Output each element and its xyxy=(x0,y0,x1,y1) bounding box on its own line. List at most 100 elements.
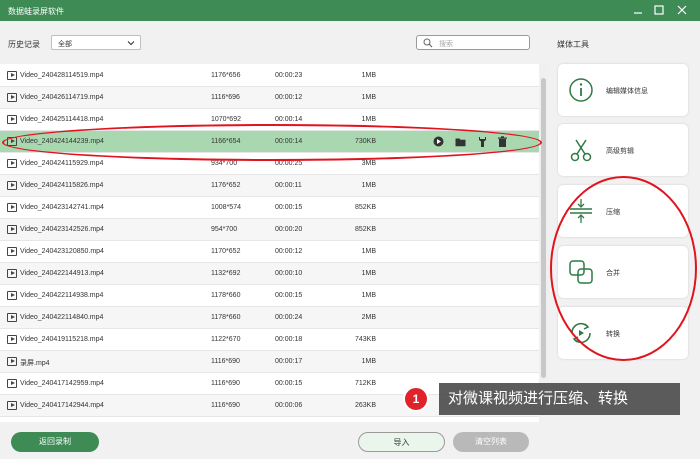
back-to-record-button[interactable]: 返回录制 xyxy=(11,432,99,452)
file-duration: 00:00:24 xyxy=(275,314,303,321)
file-size: 1MB xyxy=(361,72,376,79)
file-size: 852KB xyxy=(354,204,376,211)
video-file-icon xyxy=(7,269,17,278)
video-file-icon xyxy=(7,313,17,322)
file-name: Video_240417142959.mp4 xyxy=(20,380,104,387)
search-icon xyxy=(423,38,433,48)
file-list: Video_240428114519.mp4 1176*656 00:00:23 1M… xyxy=(0,64,549,422)
file-name: Video_240423142526.mp4 xyxy=(20,226,104,233)
file-resolution: 1170*652 xyxy=(211,248,241,255)
file-duration: 00:00:12 xyxy=(275,248,303,255)
video-file-icon xyxy=(7,401,17,410)
file-size: 852KB xyxy=(354,226,376,233)
table-row[interactable]: Video_240426114719.mp4 1116*696 00:00:12 1M… xyxy=(0,87,539,109)
video-file-icon xyxy=(7,93,17,102)
file-name: 录屏.mp4 xyxy=(20,360,50,367)
file-size: 1MB xyxy=(361,182,376,189)
list-scrollbar[interactable] xyxy=(539,64,549,422)
file-size: 1MB xyxy=(361,94,376,101)
table-row[interactable]: Video_240423142741.mp4 1008*574 00:00:15 85… xyxy=(0,197,539,219)
file-size: 2MB xyxy=(361,314,376,321)
media-tools-title: 媒体工具 xyxy=(557,40,589,49)
file-duration: 00:00:25 xyxy=(275,160,303,167)
file-duration: 00:00:15 xyxy=(275,204,303,211)
file-duration: 00:00:12 xyxy=(275,94,303,101)
file-resolution: 1178*660 xyxy=(211,314,241,321)
file-resolution: 954*700 xyxy=(211,226,238,233)
file-resolution: 1116*690 xyxy=(211,380,240,387)
file-resolution: 1176*656 xyxy=(211,72,241,79)
file-size: 1MB xyxy=(361,292,376,299)
table-row[interactable]: Video_240424115826.mp4 1176*652 00:00:11 1M… xyxy=(0,175,539,197)
scissors-icon xyxy=(570,139,592,162)
file-size: 1MB xyxy=(361,358,376,365)
file-name: Video_240428114519.mp4 xyxy=(20,72,104,79)
file-name: Video_240422114938.mp4 xyxy=(20,292,104,299)
file-name: Video_240419115218.mp4 xyxy=(20,336,104,343)
history-label: 历史记录 xyxy=(8,40,40,49)
file-duration: 00:00:15 xyxy=(275,380,303,387)
video-file-icon xyxy=(7,247,17,256)
file-resolution: 1116*690 xyxy=(211,358,240,365)
history-filter-value: 全部 xyxy=(58,41,72,48)
video-file-icon xyxy=(7,115,17,124)
file-name: Video_240422114840.mp4 xyxy=(20,314,104,321)
file-size: 1MB xyxy=(361,270,376,277)
file-name: Video_240425114418.mp4 xyxy=(20,116,104,123)
video-file-icon xyxy=(7,335,17,344)
bottom-bar xyxy=(0,422,700,459)
file-duration: 00:00:15 xyxy=(275,292,303,299)
tool-advanced-cut[interactable]: 高级剪辑 xyxy=(558,124,688,176)
file-duration: 00:00:14 xyxy=(275,116,303,123)
file-resolution: 1116*696 xyxy=(211,94,240,101)
close-icon[interactable] xyxy=(675,3,689,17)
file-duration: 00:00:11 xyxy=(275,182,302,189)
table-row[interactable]: 录屏.mp4 1116*690 00:00:17 1MB xyxy=(0,351,539,373)
search-input[interactable]: 搜索 xyxy=(416,35,530,50)
video-file-icon xyxy=(7,181,17,190)
file-duration: 00:00:23 xyxy=(275,72,303,79)
table-row[interactable]: Video_240422114840.mp4 1178*660 00:00:24 2M… xyxy=(0,307,539,329)
video-file-icon xyxy=(7,71,17,80)
file-duration: 00:00:17 xyxy=(275,358,303,365)
maximize-icon[interactable] xyxy=(652,3,666,17)
table-row[interactable]: Video_240428114519.mp4 1176*656 00:00:23 1M… xyxy=(0,65,539,87)
chevron-down-icon xyxy=(127,41,135,46)
file-duration: 00:00:18 xyxy=(275,336,303,343)
table-row[interactable]: Video_240423120850.mp4 1170*652 00:00:12 1M… xyxy=(0,241,539,263)
tool-edit-media-info[interactable]: 编辑媒体信息 xyxy=(558,64,688,116)
history-filter-select[interactable]: 全部 xyxy=(51,35,141,50)
file-duration: 00:00:06 xyxy=(275,402,303,409)
video-file-icon xyxy=(7,291,17,300)
file-size: 3MB xyxy=(361,160,376,167)
table-row[interactable]: Video_240423142526.mp4 954*700 00:00:20 852… xyxy=(0,219,539,241)
file-name: Video_240426114719.mp4 xyxy=(20,94,104,101)
highlight-ellipse-tools xyxy=(550,176,697,361)
search-placeholder: 搜索 xyxy=(439,41,453,48)
table-row[interactable]: Video_240422114938.mp4 1178*660 00:00:15 1M… xyxy=(0,285,539,307)
file-resolution: 934*700 xyxy=(211,160,238,167)
file-resolution: 1178*660 xyxy=(211,292,241,299)
file-resolution: 1132*692 xyxy=(211,270,241,277)
minimize-icon[interactable] xyxy=(631,3,645,17)
scrollbar-thumb[interactable] xyxy=(541,78,546,378)
file-size: 1MB xyxy=(361,116,376,123)
file-size: 263KB xyxy=(354,402,376,409)
file-duration: 00:00:10 xyxy=(275,270,303,277)
file-resolution: 1008*574 xyxy=(211,204,241,211)
info-icon xyxy=(569,78,593,102)
title-bar: 数据蛙录屏软件 xyxy=(0,0,700,21)
file-size: 1MB xyxy=(361,248,376,255)
table-row[interactable]: Video_240419115218.mp4 1122*670 00:00:18 74… xyxy=(0,329,539,351)
file-size: 712KB xyxy=(354,380,376,387)
import-button[interactable]: 导入 xyxy=(358,432,445,452)
file-resolution: 1116*690 xyxy=(211,402,240,409)
file-size: 743KB xyxy=(354,336,376,343)
clear-list-button[interactable]: 清空列表 xyxy=(453,432,529,452)
video-file-icon xyxy=(7,225,17,234)
file-resolution: 1122*670 xyxy=(211,336,241,343)
table-row[interactable]: Video_240422144913.mp4 1132*692 00:00:10 1M… xyxy=(0,263,539,285)
file-name: Video_240423142741.mp4 xyxy=(20,204,104,211)
file-name: Video_240424115826.mp4 xyxy=(20,182,104,189)
video-file-icon xyxy=(7,203,17,212)
